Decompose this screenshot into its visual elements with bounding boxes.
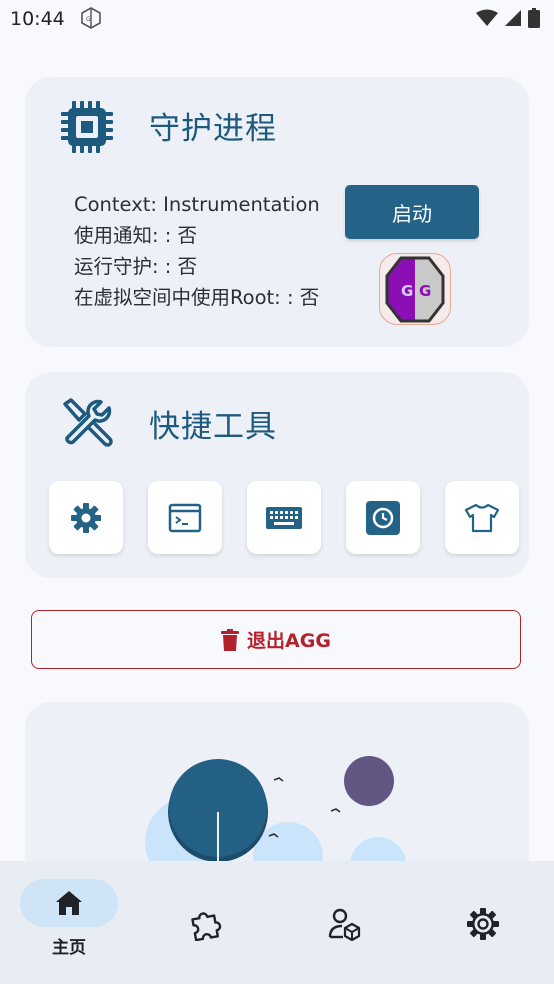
wifi-icon (476, 9, 498, 26)
tools-card-title: 快捷工具 (149, 409, 277, 445)
status-time: 10:44 (10, 8, 65, 30)
exit-agg-label: 退出AGG (247, 630, 331, 652)
shirt-icon (464, 503, 500, 532)
nav-item-home[interactable]: 主页 (20, 879, 120, 958)
home-icon (56, 891, 82, 915)
guard-card-title: 守护进程 (149, 111, 277, 147)
tool-row (49, 481, 519, 554)
settings-tool-button[interactable] (49, 481, 123, 554)
gg-notification-icon: G (81, 7, 101, 29)
time-settings-tool-button[interactable] (346, 481, 420, 554)
nav-item-settings[interactable] (434, 879, 534, 949)
gameguardian-logo[interactable]: G G (379, 253, 451, 325)
exit-agg-button[interactable]: 退出AGG (31, 610, 521, 669)
gear-icon (467, 908, 499, 940)
quick-tools-card: 快捷工具 (25, 372, 529, 578)
start-button[interactable]: 启动 (345, 185, 479, 239)
tools-icon (63, 398, 113, 447)
guard-info-block: Context: Instrumentation 使用通知: : 否 运行守护:… (74, 189, 320, 313)
settings-icon (71, 502, 101, 533)
keyboard-tool-button[interactable] (247, 481, 321, 554)
nav-label-home: 主页 (52, 938, 86, 958)
trash-icon (221, 628, 240, 651)
time-settings-icon (366, 500, 400, 535)
signal-icon (505, 10, 521, 26)
guard-line: 运行守护: : 否 (74, 255, 198, 278)
bottom-navigation: 主页 (0, 861, 554, 984)
terminal-icon (168, 503, 202, 532)
user-box-icon (328, 908, 361, 941)
status-bar: 10:44 G (0, 0, 554, 38)
svg-text:G: G (86, 16, 91, 23)
notify-line: 使用通知: : 否 (74, 224, 198, 247)
nav-item-plugins[interactable] (158, 879, 258, 949)
guard-process-card: 守护进程 Context: Instrumentation 使用通知: : 否 … (25, 77, 529, 347)
battery-icon (528, 8, 540, 28)
theme-tool-button[interactable] (445, 481, 519, 554)
puzzle-icon (191, 912, 222, 941)
root-line: 在虚拟空间中使用Root: : 否 (74, 286, 320, 309)
terminal-tool-button[interactable] (148, 481, 222, 554)
context-line: Context: Instrumentation (74, 193, 320, 216)
keyboard-icon (266, 506, 302, 529)
cpu-icon (61, 101, 113, 153)
svg-text:G: G (419, 282, 431, 300)
svg-text:G: G (401, 282, 413, 300)
nav-item-accounts[interactable] (296, 879, 396, 949)
